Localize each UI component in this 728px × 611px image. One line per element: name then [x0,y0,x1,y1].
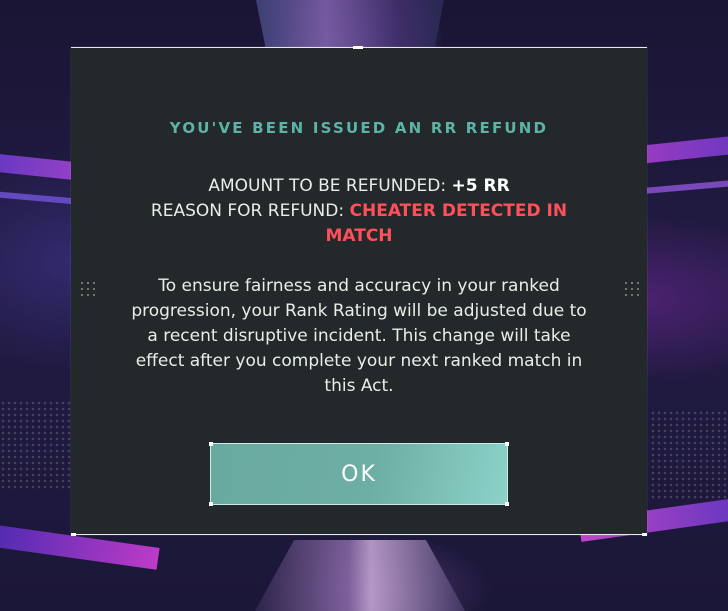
refund-info: AMOUNT TO BE REFUNDED: +5 RR REASON FOR … [131,174,587,249]
decorative-dots-left [79,280,95,300]
amount-line: AMOUNT TO BE REFUNDED: +5 RR [131,174,587,199]
amount-value: +5 RR [451,176,510,196]
button-corner-mark [505,502,509,506]
decorative-dots-right [623,280,639,300]
reason-label: REASON FOR REFUND: [150,201,345,221]
dialog-body-text: To ensure fairness and accuracy in your … [131,276,587,396]
amount-label: AMOUNT TO BE REFUNDED: [208,176,447,196]
dialog-top-notch [353,46,363,49]
ok-button-label: OK [341,461,377,487]
button-corner-mark [505,442,509,446]
rr-refund-dialog: YOU'VE BEEN ISSUED AN RR REFUND AMOUNT T… [71,46,647,536]
dot-pattern [650,410,728,500]
dialog-bottom-border [71,534,647,535]
reason-line: REASON FOR REFUND: CHEATER DETECTED IN M… [131,199,587,249]
ok-button[interactable]: OK [209,442,509,506]
dialog-title: YOU'VE BEEN ISSUED AN RR REFUND [169,119,549,137]
dialog-corner-mark [642,533,647,536]
character-art-top [254,0,446,50]
button-corner-mark [209,442,213,446]
reason-value: CHEATER DETECTED IN MATCH [325,201,568,246]
dialog-corner-mark [71,533,76,536]
button-corner-mark [209,502,213,506]
